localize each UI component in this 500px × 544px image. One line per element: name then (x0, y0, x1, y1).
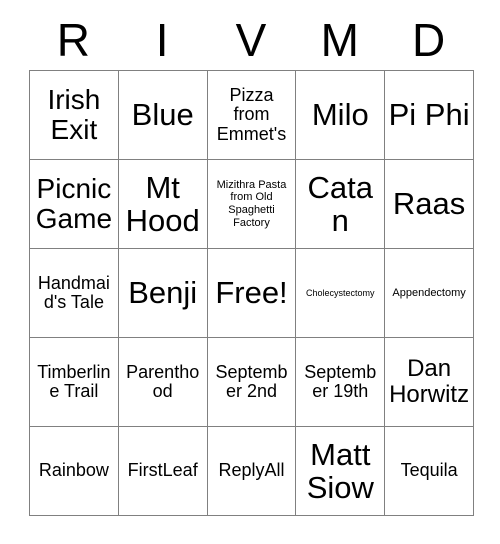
bingo-cell[interactable]: Tequila (385, 427, 474, 516)
bingo-cell-label: Rainbow (38, 460, 109, 481)
bingo-cell-label: Handmaid's Tale (37, 272, 110, 312)
bingo-grid: Irish Exit Blue Pizza from Emmet's Milo Pi P… (29, 70, 474, 516)
bingo-cell-label: Benji (128, 275, 198, 311)
bingo-card: R I V MD Irish Exit Blue Pizza from Emmet's Mi… (29, 12, 474, 516)
bingo-cell-label: Appendectomy (392, 286, 466, 299)
bingo-cell-label: Blue (131, 97, 194, 133)
bingo-cell-label: Mt Hood (125, 169, 200, 238)
bingo-cell-label: Mizithra Pasta from Old Spaghetti Factor… (216, 178, 287, 229)
bingo-cell[interactable]: Cholecystectomy (296, 249, 386, 338)
bingo-cell-label: Free! (215, 275, 288, 311)
bingo-cell[interactable]: Matt Siow (296, 427, 386, 516)
bingo-cell[interactable]: Benji (118, 249, 208, 338)
bingo-header-letter-v: V (235, 14, 267, 66)
bingo-cell[interactable]: September 2nd (207, 338, 297, 427)
bingo-free-space[interactable]: Free! (207, 249, 297, 338)
bingo-cell[interactable]: Rainbow (30, 427, 119, 516)
bingo-cell-label: Catan (307, 169, 374, 238)
bingo-header-row: R I V MD (29, 12, 473, 70)
bingo-cell-label: ReplyAll (218, 460, 285, 481)
bingo-cell-label: Picnic Game (35, 173, 113, 234)
bingo-cell[interactable]: Irish Exit (30, 71, 119, 160)
bingo-cell[interactable]: FirstLeaf (118, 427, 208, 516)
bingo-cell[interactable]: Timberline Trail (30, 338, 119, 427)
bingo-cell-label: Dan Horwitz (389, 355, 470, 408)
bingo-cell[interactable]: Dan Horwitz (385, 338, 474, 427)
bingo-cell-label: September 19th (304, 361, 377, 401)
bingo-cell[interactable]: Picnic Game (30, 160, 119, 249)
bingo-cell-label: Parenthood (126, 361, 200, 401)
bingo-cell[interactable]: Raas (385, 160, 474, 249)
bingo-cell[interactable]: Mt Hood (118, 160, 208, 249)
bingo-header-letter-i: I (155, 14, 169, 66)
bingo-cell[interactable]: Parenthood (118, 338, 208, 427)
bingo-cell[interactable]: Pi Phi (385, 71, 474, 160)
bingo-cell[interactable]: Handmaid's Tale (30, 249, 119, 338)
bingo-cell-label: Timberline Trail (37, 361, 111, 401)
bingo-header-letter-m: M (320, 14, 359, 66)
bingo-cell[interactable]: September 19th (296, 338, 386, 427)
bingo-header-letter-r: R (56, 14, 91, 66)
bingo-cell-label: September 2nd (215, 361, 288, 401)
bingo-cell[interactable]: Mizithra Pasta from Old Spaghetti Factor… (207, 160, 297, 249)
bingo-cell-label: FirstLeaf (127, 460, 198, 481)
bingo-cell[interactable]: Blue (118, 71, 208, 160)
bingo-cell-label: Raas (392, 186, 466, 222)
bingo-cell-label: Matt Siow (306, 436, 374, 505)
bingo-cell[interactable]: Milo (296, 71, 386, 160)
bingo-cell[interactable]: ReplyAll (207, 427, 297, 516)
bingo-cell-label: Pi Phi (388, 97, 470, 133)
bingo-header-letter-d: D (411, 14, 446, 66)
bingo-cell-label: Cholecystectomy (306, 287, 375, 298)
bingo-cell-label: Pizza from Emmet's (216, 85, 287, 144)
bingo-cell[interactable]: Catan (296, 160, 386, 249)
bingo-cell-label: Tequila (400, 460, 458, 481)
bingo-cell-label: Milo (311, 97, 369, 133)
bingo-cell[interactable]: Appendectomy (385, 249, 474, 338)
bingo-cell[interactable]: Pizza from Emmet's (207, 71, 297, 160)
bingo-cell-label: Irish Exit (47, 84, 101, 145)
